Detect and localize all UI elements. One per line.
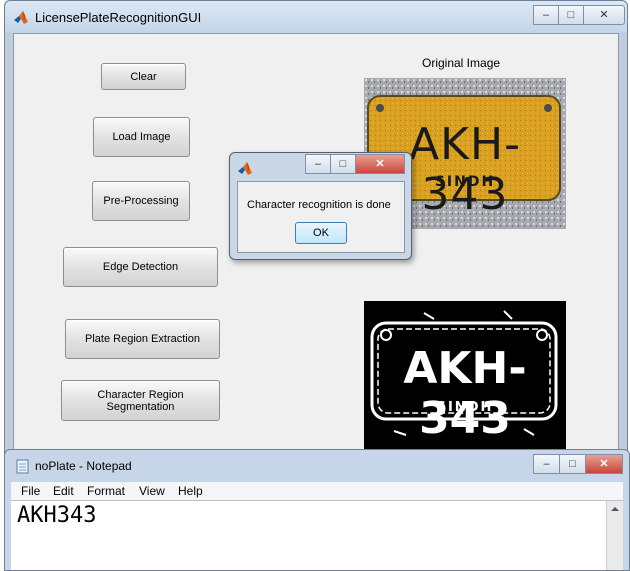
maximize-button[interactable]: □ [558, 5, 584, 25]
load-image-button[interactable]: Load Image [93, 117, 190, 157]
ok-button[interactable]: OK [295, 222, 347, 244]
message-dialog: – □ ✕ Character recognition is done OK [229, 152, 412, 260]
notepad-menu-bar: File Edit Format View Help [11, 482, 623, 500]
notepad-icon [16, 459, 29, 474]
processed-plate-text: AKH-343 [403, 343, 527, 444]
pre-processing-button[interactable]: Pre-Processing [92, 181, 190, 221]
dialog-body: Character recognition is done OK [237, 181, 405, 253]
notepad-maximize-button[interactable]: □ [559, 454, 586, 474]
title-bar[interactable]: LicensePlateRecognitionGUI – □ ✕ [5, 1, 627, 33]
notepad-close-button[interactable]: ✕ [585, 454, 623, 474]
window-title: LicensePlateRecognitionGUI [35, 10, 202, 25]
dialog-message: Character recognition is done [247, 199, 391, 211]
character-region-segmentation-button[interactable]: Character Region Segmentation [61, 380, 220, 421]
minimize-button[interactable]: – [533, 5, 559, 25]
notepad-title: noPlate - Notepad [35, 459, 132, 473]
menu-file[interactable]: File [21, 484, 40, 498]
dialog-maximize-button[interactable]: □ [330, 154, 356, 174]
processed-plate-region-text: SINDH [436, 400, 494, 415]
scroll-up-arrow-icon[interactable] [611, 507, 619, 511]
notepad-content: AKH343 [17, 503, 97, 528]
dialog-minimize-button[interactable]: – [305, 154, 331, 174]
menu-edit[interactable]: Edit [53, 484, 74, 498]
menu-help[interactable]: Help [178, 484, 203, 498]
notepad-minimize-button[interactable]: – [533, 454, 560, 474]
clear-button[interactable]: Clear [101, 63, 186, 90]
matlab-icon [238, 162, 252, 175]
plate-region-extraction-button[interactable]: Plate Region Extraction [65, 319, 220, 359]
menu-format[interactable]: Format [87, 484, 125, 498]
vertical-scrollbar[interactable] [606, 501, 623, 570]
notepad-window: noPlate - Notepad – □ ✕ File Edit Format… [4, 449, 630, 571]
close-button[interactable]: ✕ [583, 5, 625, 25]
original-image-title: Original Image [422, 56, 501, 70]
menu-view[interactable]: View [139, 484, 165, 498]
edge-detection-button[interactable]: Edge Detection [63, 247, 218, 287]
notepad-text-area[interactable]: AKH343 [11, 500, 623, 570]
dialog-close-button[interactable]: ✕ [355, 154, 405, 174]
matlab-icon [14, 11, 28, 24]
